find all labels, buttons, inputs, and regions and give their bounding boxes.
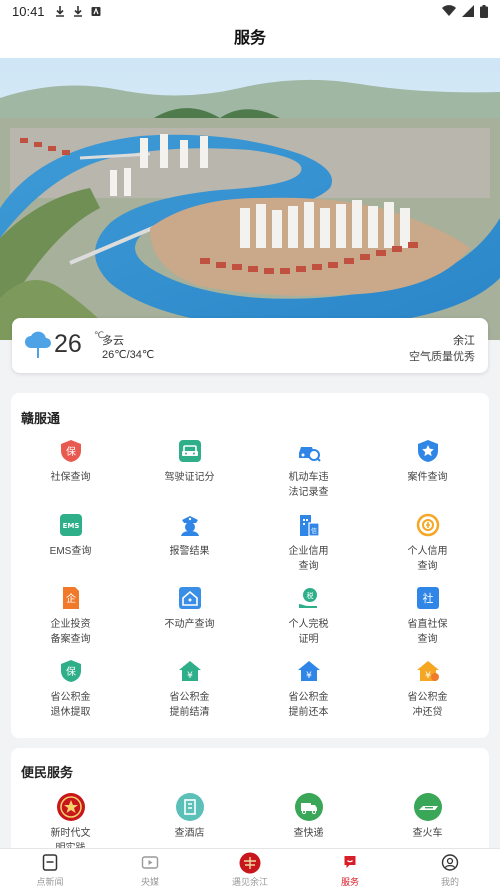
service-item-fund-settle[interactable]: ¥ 省公积金提前结清 (130, 659, 249, 720)
air-quality: 空气质量优秀 (409, 351, 475, 363)
temperature-value: 26 (54, 330, 82, 358)
service-item-case-query[interactable]: 案件查询 (368, 439, 487, 485)
service-item-enterprise-credit[interactable]: 信 企业信用查询 (249, 513, 368, 574)
service-item-social-security[interactable]: 保 社保查询 (11, 439, 130, 485)
city-aerial-illustration (0, 58, 500, 340)
bottom-navigation: 点新闻 央媒 遇见余江 服务 我的 (0, 848, 500, 890)
app-notification-icon (91, 6, 101, 16)
civilization-logo-icon (56, 793, 85, 821)
news-icon (42, 854, 58, 871)
building-icon: 信 (299, 515, 320, 537)
car-search-icon (298, 447, 321, 462)
status-time: 10:41 (12, 3, 45, 19)
weather-condition: 多云 (102, 335, 124, 347)
invest-doc-icon: 企 (62, 587, 79, 609)
video-icon (141, 856, 159, 869)
download-icon (55, 5, 64, 17)
section-title: 便民服务 (21, 765, 74, 780)
svg-text:保: 保 (66, 445, 76, 458)
temperature-range: 26℃/34℃ (102, 349, 155, 361)
tax-icon: 税 (298, 588, 317, 608)
svg-text:企: 企 (66, 592, 76, 605)
service-item-real-estate[interactable]: 不动产查询 (130, 586, 249, 632)
service-item-tax-certificate[interactable]: 税 个人完税证明 (249, 586, 368, 647)
svg-text:社: 社 (422, 591, 433, 605)
service-item-fund-offset-loan[interactable]: ¥ 省公积金冲还贷 (368, 659, 487, 720)
car-icon (178, 440, 201, 462)
svg-text:EMS: EMS (62, 522, 79, 530)
nav-item-service[interactable]: 服务 (300, 849, 400, 890)
delivery-truck-icon (294, 793, 323, 821)
service-item-personal-credit[interactable]: 个人信用查询 (368, 513, 487, 574)
wifi-icon (442, 5, 456, 17)
gan-fu-tong-card: 赣服通 保 社保查询 驾驶证记分 机动车违法记录查 案件查询 EMS EMS查询… (11, 393, 489, 738)
convenience-item-train[interactable]: 查火车 (368, 792, 487, 841)
service-item-fund-retirement[interactable]: 保 省公积金退休提取 (11, 659, 130, 720)
bian-min-card: 便民服务 新时代文明实践 查酒店 查快递 查火车 (11, 748, 489, 858)
service-item-investment-filing[interactable]: 企 企业投资备案查询 (11, 586, 130, 647)
nav-item-profile[interactable]: 我的 (400, 849, 500, 890)
weather-card[interactable]: 26 ℃ 多云 26℃/34℃ 余江 空气质量优秀 (12, 318, 488, 373)
svg-text:税: 税 (306, 591, 313, 600)
yen-house-icon: ¥ (297, 661, 320, 681)
convenience-item-hotel[interactable]: 查酒店 (130, 792, 249, 841)
nav-item-yujian-yujiang[interactable]: 遇见余江 (200, 849, 300, 890)
yujian-logo-icon (239, 852, 261, 874)
yen-house-icon: ¥ (178, 661, 201, 681)
convenience-item-civilization[interactable]: 新时代文明实践 (11, 792, 130, 856)
social-security-icon: 社 (416, 587, 439, 609)
ems-icon: EMS (59, 514, 82, 536)
download-icon (73, 5, 82, 17)
svg-text:¥: ¥ (425, 671, 431, 681)
hotel-icon (175, 793, 204, 821)
star-badge-icon (417, 440, 438, 462)
cloud-rain-icon (25, 331, 51, 358)
nav-item-central-media[interactable]: 央媒 (100, 849, 200, 890)
battery-icon (480, 4, 488, 18)
svg-text:信: 信 (310, 527, 316, 535)
banner-image[interactable] (0, 58, 500, 340)
train-icon (413, 793, 442, 821)
service-item-driver-points[interactable]: 驾驶证记分 (130, 439, 249, 485)
status-bar: 10:41 (0, 0, 500, 22)
fund-shield-icon: 保 (60, 660, 81, 682)
service-item-provincial-social-security[interactable]: 社 省直社保查询 (368, 586, 487, 647)
service-item-ems[interactable]: EMS EMS查询 (11, 513, 130, 559)
page-title: 服务 (0, 22, 500, 58)
profile-icon (441, 854, 459, 871)
shield-icon: 保 (60, 440, 81, 462)
police-icon (180, 516, 199, 536)
svg-text:¥: ¥ (187, 671, 193, 681)
service-icon (344, 856, 356, 868)
convenience-item-express[interactable]: 查快递 (249, 792, 368, 841)
yen-house-icon: ¥ (416, 661, 439, 681)
nav-item-news[interactable]: 点新闻 (0, 849, 100, 890)
weather-city: 余江 (453, 335, 475, 347)
signal-icon (462, 5, 474, 17)
service-item-fund-prepay[interactable]: ¥ 省公积金提前还本 (249, 659, 368, 720)
credit-icon (416, 513, 439, 537)
svg-text:¥: ¥ (306, 671, 312, 681)
service-item-vehicle-violation[interactable]: 机动车违法记录查 (249, 439, 368, 500)
section-title: 赣服通 (21, 411, 61, 426)
svg-text:保: 保 (66, 665, 76, 678)
house-icon (178, 587, 201, 609)
service-item-police-result[interactable]: 报警结果 (130, 513, 249, 559)
